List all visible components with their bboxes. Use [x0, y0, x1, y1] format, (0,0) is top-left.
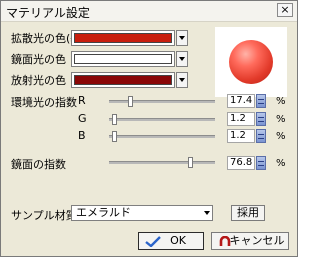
- specular-color-label: 鏡面光の色: [11, 53, 66, 66]
- specular-index-slider-track[interactable]: [109, 161, 215, 164]
- cancel-button[interactable]: キャンセル: [211, 232, 289, 250]
- specular-color-combo[interactable]: [71, 51, 175, 67]
- sample-material-value: エメラルド: [76, 206, 131, 219]
- ambient-g-slider-thumb[interactable]: [112, 114, 118, 125]
- emissive-color-swatch: [74, 75, 172, 85]
- ambient-g-input[interactable]: 1.2: [227, 112, 255, 126]
- ambient-index-label: 環境光の指数: [11, 96, 77, 109]
- specular-index-percent: %: [276, 158, 286, 169]
- ambient-g-spinner[interactable]: [256, 112, 266, 126]
- apply-button[interactable]: 採用: [231, 205, 265, 221]
- sample-material-select[interactable]: エメラルド: [71, 205, 213, 221]
- ok-button-label: OK: [170, 234, 186, 247]
- ambient-b-spinner[interactable]: [256, 129, 266, 143]
- ambient-b-slider-track[interactable]: [109, 135, 215, 138]
- window-title: マテリアル設定: [6, 6, 90, 20]
- diffuse-color-swatch: [74, 33, 172, 43]
- specular-index-label: 鏡面の指数: [11, 158, 66, 171]
- material-settings-dialog: マテリアル設定 × 拡散光の色(基本色) 鏡面光の色 放射光の色 環境光の指数 …: [0, 0, 298, 257]
- undo-icon: [219, 236, 231, 246]
- ambient-r-slider-track[interactable]: [109, 100, 215, 103]
- emissive-color-combo[interactable]: [71, 72, 175, 88]
- sample-material-label: サンプル材質: [11, 209, 77, 222]
- ambient-b-input[interactable]: 1.2: [227, 129, 255, 143]
- close-button[interactable]: ×: [277, 3, 293, 17]
- specular-index-spinner[interactable]: [256, 156, 266, 170]
- ambient-r-slider-thumb[interactable]: [128, 96, 134, 107]
- preview-sphere: [229, 40, 273, 84]
- specular-color-swatch: [74, 54, 172, 64]
- title-bar: マテリアル設定 ×: [1, 1, 297, 22]
- ambient-b-slider-thumb[interactable]: [112, 131, 118, 142]
- ambient-r-percent: %: [276, 96, 286, 107]
- ambient-g-label: G: [78, 112, 87, 125]
- ok-button[interactable]: OK: [138, 232, 204, 250]
- material-preview: [215, 27, 287, 97]
- emissive-color-label: 放射光の色: [11, 74, 66, 87]
- ambient-g-percent: %: [276, 114, 286, 125]
- ambient-b-label: B: [78, 129, 86, 142]
- cancel-button-label: キャンセル: [229, 234, 285, 247]
- ambient-b-percent: %: [276, 131, 286, 142]
- ambient-r-input[interactable]: 17.4: [227, 94, 255, 108]
- emissive-color-dropdown-button[interactable]: [176, 72, 188, 88]
- specular-index-input[interactable]: 76.8: [227, 156, 255, 170]
- ambient-r-spinner[interactable]: [256, 94, 266, 108]
- chevron-down-icon: [204, 211, 210, 215]
- specular-index-slider-thumb[interactable]: [187, 157, 193, 168]
- check-icon: [145, 236, 161, 247]
- specular-color-dropdown-button[interactable]: [176, 51, 188, 67]
- ambient-g-slider-track[interactable]: [109, 118, 215, 121]
- diffuse-color-dropdown-button[interactable]: [176, 30, 188, 46]
- ambient-r-label: R: [78, 94, 86, 107]
- diffuse-color-combo[interactable]: [71, 30, 175, 46]
